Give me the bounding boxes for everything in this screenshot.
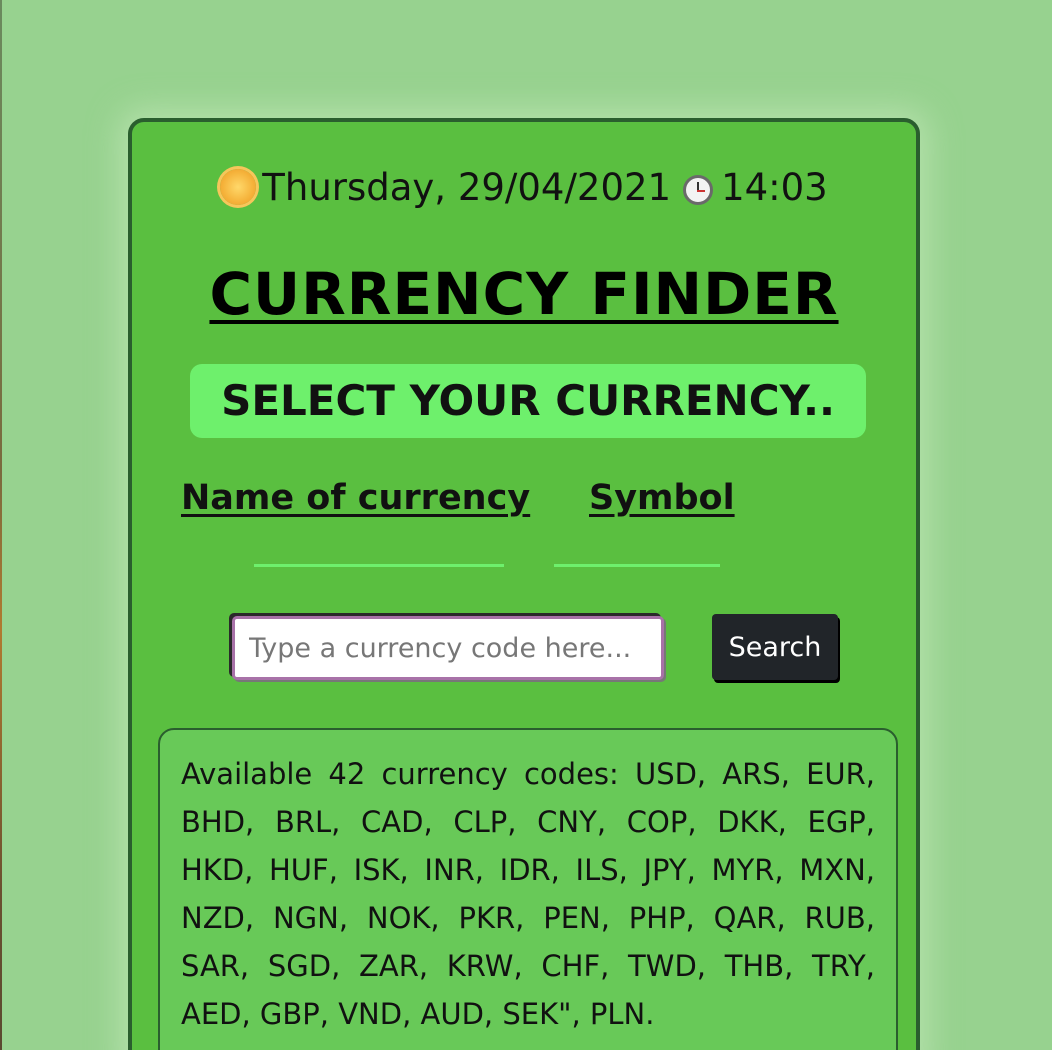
time-text: 14:03 <box>721 166 828 209</box>
currency-symbol-label: Symbol <box>589 478 735 518</box>
currency-finder-card: Thursday, 29/04/2021 14:03 CURRENCY FINDE… <box>128 118 920 1050</box>
stopwatch-icon <box>683 175 714 205</box>
page-title: CURRENCY FINDER <box>209 260 839 328</box>
available-codes-box: Available 42 currency codes: USD, ARS, E… <box>158 728 898 1050</box>
date-time-display: Thursday, 29/04/2021 14:03 <box>132 166 916 209</box>
date-text: Thursday, 29/04/2021 <box>262 166 672 209</box>
select-currency-banner: SELECT YOUR CURRENCY.. <box>190 364 866 438</box>
window-edge <box>0 0 2 1050</box>
currency-name-label: Name of currency <box>181 478 531 518</box>
currency-name-output <box>254 564 504 567</box>
search-button[interactable]: Search <box>712 614 838 680</box>
currency-symbol-output <box>554 564 720 567</box>
sun-icon <box>220 169 257 205</box>
currency-code-input[interactable] <box>232 616 664 680</box>
available-codes-text: Available 42 currency codes: USD, ARS, E… <box>181 757 875 1031</box>
